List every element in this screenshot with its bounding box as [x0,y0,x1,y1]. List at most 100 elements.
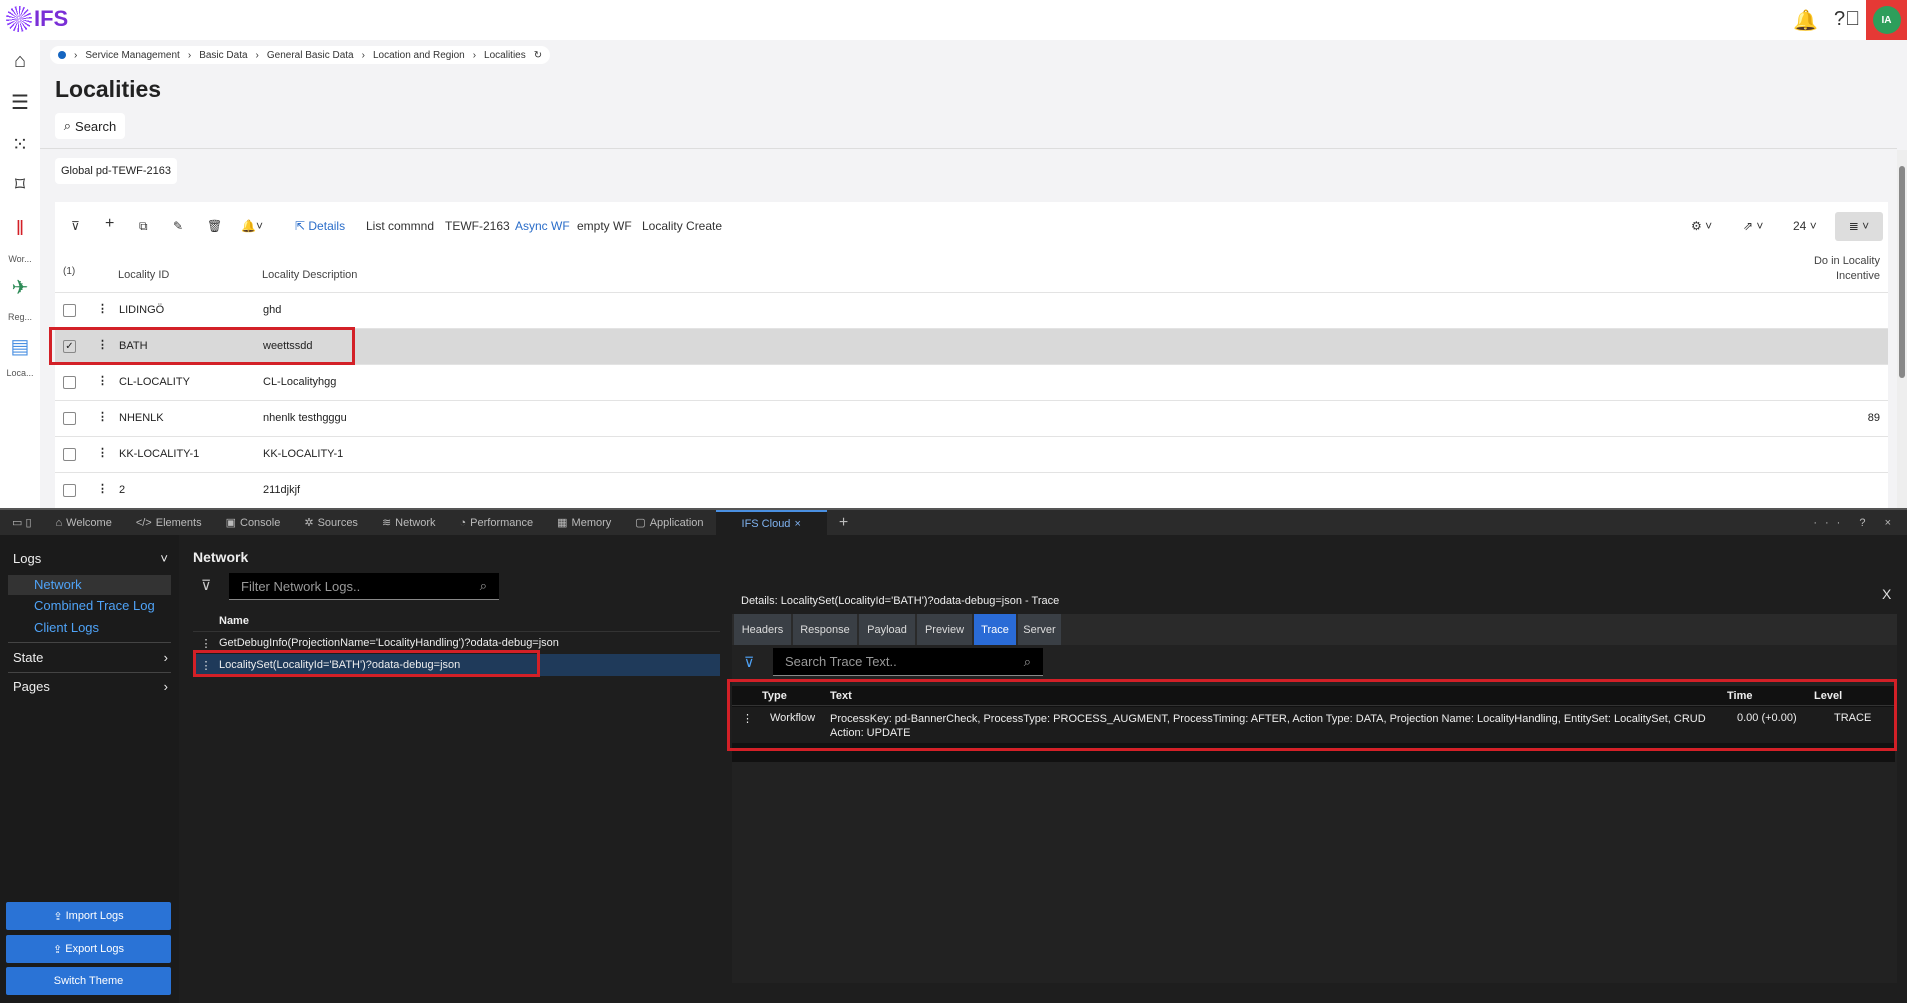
column-header-incentive[interactable]: Do in Locality Incentive [1800,254,1880,284]
tewf-2163-button[interactable]: TEWF-2163 [445,219,510,233]
tab-headers[interactable]: Headers [734,614,791,645]
add-icon[interactable]: + [105,215,114,233]
export-dropdown-icon[interactable]: ⇗ ˅ [1743,219,1763,233]
description-cell: KK-LOCALITY-1 [263,448,344,460]
table-row[interactable]: ⋮ 2 211djkjf [55,472,1888,508]
logs-sidebar: Logs ˅ Network Combined Trace Log Client … [0,535,179,1003]
logs-item-network[interactable]: Network [34,577,82,592]
tab-trace[interactable]: Trace [974,614,1016,645]
refresh-icon[interactable]: ↻ [534,50,542,61]
tab-response[interactable]: Response [793,614,857,645]
tab-network[interactable]: ≋ Network [370,510,448,535]
pages-section[interactable]: Pages › [13,679,168,694]
delete-icon[interactable]: 🗑 [207,219,222,233]
table-row[interactable]: ⋮ NHENLK nhenlk testhgggu 89 [55,400,1888,436]
devtools-actions-icons[interactable]: ··· ? × [1813,517,1907,529]
row-checkbox[interactable] [63,376,76,389]
tab-sources[interactable]: ✲ Sources [292,510,370,535]
tab-performance[interactable]: ◔ Performance [448,510,546,535]
description-cell: 211djkjf [263,484,301,496]
view-mode-dropdown[interactable]: ≣ ˅ [1835,212,1883,241]
tab-server[interactable]: Server [1018,614,1061,645]
tab-application[interactable]: ▢ Application [623,510,715,535]
import-logs-button[interactable]: ⇪ Import Logs [6,902,171,930]
tab-memory[interactable]: ▦ Memory [545,510,623,535]
bookmark-icon[interactable]: ⌑ [0,172,40,197]
name-column-header[interactable]: Name [193,610,720,632]
search-icon: ⌕ [63,118,72,133]
table-row[interactable]: ⋮ KK-LOCALITY-1 KK-LOCALITY-1 [55,436,1888,472]
home-icon[interactable]: ⌂ [0,50,40,73]
page-title: Localities [55,76,162,102]
logs-section[interactable]: Logs ˅ [13,551,168,566]
breadcrumb-item[interactable]: Basic Data [199,50,247,61]
ifs-logo[interactable]: IFS [6,6,68,32]
details-title: Details: LocalitySet(LocalityId='BATH')?… [741,595,1060,607]
tab-preview[interactable]: Preview [917,614,972,645]
search-trace-input[interactable]: Search Trace Text.. ⌕ [773,648,1043,676]
context-chip[interactable]: Global pd-TEWF-2163 [55,158,177,184]
close-details-button[interactable]: X [1882,586,1891,602]
breadcrumb-item[interactable]: Location and Region [373,50,465,61]
row-menu-icon[interactable]: ⋮ [97,302,108,315]
avatar[interactable]: IA [1866,0,1907,40]
breadcrumb-item[interactable]: General Basic Data [267,50,354,61]
nav-item-region[interactable]: Reg... [0,312,40,322]
scrollbar[interactable] [1897,150,1907,508]
highlight-box [49,327,355,365]
trace-filter-icon[interactable]: ⊽ [744,654,754,671]
table-row[interactable]: ⋮ LIDINGÖ ghd [55,292,1888,328]
state-section[interactable]: State › [13,650,168,665]
row-menu-icon[interactable]: ⋮ [97,482,108,495]
list-command-button[interactable]: List commnd [366,219,434,233]
menu-icon[interactable]: ☰ [0,90,40,115]
switch-theme-button[interactable]: Switch Theme [6,967,171,995]
column-header-locality-id[interactable]: Locality ID [118,269,169,281]
details-button[interactable]: ⇱ Details [295,219,345,233]
help-icon[interactable]: ?⃝ [1834,8,1860,31]
settings-dropdown-icon[interactable]: ⚙ ˅ [1691,219,1712,233]
logs-item-client-logs[interactable]: Client Logs [34,620,99,635]
tab-welcome[interactable]: ⌂ Welcome [44,510,124,535]
bell-icon[interactable]: 🔔 [1793,8,1818,33]
filter-icon[interactable]: ⊽ [201,577,211,594]
tab-console[interactable]: ▣ Console [214,510,293,535]
tab-ifs-cloud[interactable]: IFS Cloud × [715,510,827,535]
row-checkbox[interactable] [63,412,76,425]
nav-item-locality[interactable]: Loca... [0,368,40,378]
row-checkbox[interactable] [63,484,76,497]
filter-icon[interactable]: ⊽ [71,219,80,233]
locality-icon[interactable]: ▤ [0,334,40,359]
empty-wf-button[interactable]: empty WF [577,219,632,233]
page-size-select[interactable]: 24 ˅ [1793,219,1817,233]
row-checkbox[interactable] [63,448,76,461]
tab-payload[interactable]: Payload [859,614,915,645]
logs-item-combined-trace[interactable]: Combined Trace Log [34,598,155,613]
plane-icon[interactable]: ✈ [0,275,40,300]
row-menu-icon[interactable]: ⋮ [97,374,108,387]
notification-dropdown-icon[interactable]: 🔔˅ [241,219,263,233]
duplicate-icon[interactable]: ⧉ [139,219,148,234]
row-menu-icon[interactable]: ⋮ [97,446,108,459]
nav-item-work[interactable]: Wor... [0,254,40,264]
export-logs-button[interactable]: ⇪ Export Logs [6,935,171,963]
breadcrumb: › Service Management › Basic Data › General… [50,46,551,64]
row-menu-icon[interactable]: ⋮ [97,410,108,423]
locality-create-button[interactable]: Locality Create [642,219,722,233]
highlight-box [193,650,540,677]
column-header-description[interactable]: Locality Description [262,269,357,281]
search-button[interactable]: ⌕ Search [55,113,125,139]
add-tab-icon[interactable]: + [827,510,860,535]
tools-icon[interactable]: ǁ [0,218,40,241]
table-row[interactable]: ⋮ CL-LOCALITY CL-Localityhgg [55,364,1888,400]
async-wf-button[interactable]: Async WF [515,219,570,233]
filter-network-input[interactable]: Filter Network Logs.. ⌕ [229,573,499,600]
locality-id-cell: 2 [119,484,126,496]
device-toggle-icon[interactable]: ▭ ▯ [0,510,44,535]
home-dot-icon[interactable] [58,51,66,59]
tab-elements[interactable]: </> Elements [124,510,214,535]
row-checkbox[interactable] [63,304,76,317]
edit-icon[interactable]: ✎ [173,219,183,233]
breadcrumb-item[interactable]: Service Management [85,50,180,61]
apps-icon[interactable]: ⁙ [0,132,40,157]
